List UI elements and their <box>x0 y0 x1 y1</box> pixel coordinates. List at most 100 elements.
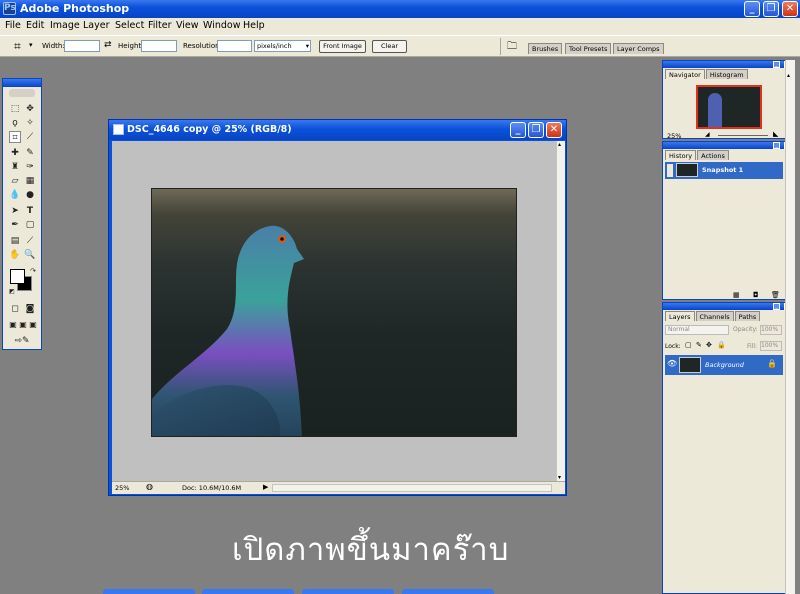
history-item[interactable]: Snapshot 1 <box>665 162 783 179</box>
palette-minimize-icon[interactable]: _ <box>773 61 780 68</box>
fill-input[interactable]: 100% <box>760 341 782 351</box>
type-tool-icon[interactable]: T <box>24 205 36 217</box>
imageready-jump-icon[interactable]: ⇨✎ <box>9 335 35 347</box>
eye-icon[interactable]: 👁 <box>667 359 677 368</box>
tab-channels[interactable]: Channels <box>695 311 734 321</box>
new-snapshot-icon[interactable]: ◘ <box>753 291 759 299</box>
front-image-button[interactable]: Front Image <box>319 40 366 53</box>
menu-edit[interactable]: Edit <box>26 20 44 31</box>
lock-all-icon[interactable]: 🔒 <box>717 341 726 349</box>
move-tool-icon[interactable]: ✥ <box>24 103 36 115</box>
tab-navigator[interactable]: Navigator <box>665 69 705 79</box>
shape-tool-icon[interactable]: ▢ <box>24 219 36 231</box>
zoom-out-icon[interactable]: ◢ <box>705 131 710 138</box>
tab-history[interactable]: History <box>665 150 697 160</box>
menu-filter[interactable]: Filter <box>148 20 172 31</box>
tab-brushes[interactable]: Brushes <box>528 43 563 54</box>
screen-mode-full-icon[interactable]: ▣ <box>27 319 39 331</box>
hand-tool-icon[interactable]: ✋ <box>9 249 21 261</box>
taskbar-button[interactable] <box>402 589 494 594</box>
trash-icon[interactable]: 🗑 <box>771 291 780 299</box>
taskbar-button[interactable] <box>103 589 195 594</box>
tab-histogram[interactable]: Histogram <box>705 69 748 79</box>
menu-layer[interactable]: Layer <box>83 20 110 31</box>
document-close-button[interactable]: ✕ <box>546 122 562 138</box>
pen-tool-icon[interactable]: ✒ <box>9 219 21 231</box>
swap-colors-icon[interactable]: ↷ <box>27 265 39 277</box>
path-selection-icon[interactable]: ➤ <box>9 205 21 217</box>
navigator-preview[interactable] <box>696 85 762 129</box>
menu-view[interactable]: View <box>176 20 199 31</box>
lock-transparency-icon[interactable]: ▢ <box>685 341 692 349</box>
lasso-tool-icon[interactable]: ϙ <box>9 117 21 129</box>
menu-select[interactable]: Select <box>115 20 144 31</box>
document-horizontal-scrollbar[interactable] <box>272 484 552 492</box>
tool-preset-chevron-icon[interactable]: ▾ <box>29 41 33 49</box>
zoom-tool-icon[interactable]: 🔍 <box>24 249 36 261</box>
status-info-icon[interactable]: ◍ <box>146 482 153 491</box>
lock-paint-icon[interactable]: ✎ <box>696 341 702 349</box>
menu-help[interactable]: Help <box>243 20 265 31</box>
crop-tool-icon[interactable]: ⌗ <box>14 39 21 54</box>
eraser-tool-icon[interactable]: ▱ <box>9 175 21 187</box>
menu-file[interactable]: File <box>5 20 21 31</box>
standard-mode-icon[interactable]: ◻ <box>9 303 21 315</box>
resolution-unit-select[interactable]: pixels/inch ▾ <box>254 40 311 52</box>
slice-tool-icon[interactable]: ⟋ <box>24 131 36 143</box>
tab-layer-comps[interactable]: Layer Comps <box>613 43 664 54</box>
menu-window[interactable]: Window <box>203 20 240 31</box>
marquee-tool-icon[interactable]: ⬚ <box>9 103 21 115</box>
clone-stamp-icon[interactable]: ♜ <box>9 161 21 173</box>
zoom-slider[interactable] <box>718 135 768 136</box>
width-input[interactable] <box>64 40 100 52</box>
clear-button[interactable]: Clear <box>372 40 407 53</box>
opacity-input[interactable]: 100% <box>760 325 782 335</box>
crop-tool-icon[interactable]: ⌗ <box>9 131 21 143</box>
close-button[interactable]: ✕ <box>782 1 798 17</box>
blend-mode-select[interactable]: Normal <box>665 325 729 335</box>
document-minimize-button[interactable]: _ <box>510 122 526 138</box>
new-document-from-state-icon[interactable]: ▦ <box>733 291 740 299</box>
palette-minimize-icon[interactable]: _ <box>773 303 780 310</box>
tab-actions[interactable]: Actions <box>697 150 729 160</box>
taskbar-button[interactable] <box>202 589 294 594</box>
resolution-input[interactable] <box>217 40 252 52</box>
tab-paths[interactable]: Paths <box>734 311 761 321</box>
dodge-tool-icon[interactable]: ● <box>24 189 36 201</box>
status-menu-arrow-icon[interactable]: ▶ <box>263 483 268 491</box>
gradient-tool-icon[interactable]: ▦ <box>24 175 36 187</box>
navigator-zoom[interactable]: 25% <box>667 132 681 140</box>
zoom-in-icon[interactable]: ◣ <box>773 130 778 138</box>
quick-mask-mode-icon[interactable]: ◙ <box>24 303 36 315</box>
default-colors-icon[interactable]: ◩ <box>6 286 18 298</box>
scroll-up-icon[interactable]: ▴ <box>558 141 561 148</box>
palette-dock-scrollbar[interactable]: ▴ <box>785 60 795 594</box>
document-vertical-scrollbar[interactable]: ▴ ▾ <box>556 141 565 481</box>
document-maximize-button[interactable]: ❐ <box>528 122 544 138</box>
foreground-color-swatch-top[interactable] <box>10 269 25 284</box>
history-brush-icon[interactable]: ✑ <box>24 161 36 173</box>
zoom-level[interactable]: 25% <box>115 484 129 492</box>
palette-minimize-icon[interactable]: _ <box>773 142 780 149</box>
notes-tool-icon[interactable]: ▤ <box>9 235 21 247</box>
blur-tool-icon[interactable]: 💧 <box>9 189 21 201</box>
height-input[interactable] <box>141 40 177 52</box>
eyedropper-tool-icon[interactable]: ⟋ <box>24 235 36 247</box>
lock-move-icon[interactable]: ✥ <box>706 341 712 349</box>
swap-icon[interactable]: ⇄ <box>104 40 112 50</box>
tab-tool-presets[interactable]: Tool Presets <box>565 43 612 54</box>
layer-row[interactable]: 👁 Background 🔒 <box>665 355 783 375</box>
brush-tool-icon[interactable]: ✎ <box>24 147 36 159</box>
maximize-button[interactable]: ❐ <box>763 1 779 17</box>
file-browser-icon[interactable]: 🗀 <box>507 39 517 56</box>
healing-brush-icon[interactable]: ✚ <box>9 147 21 159</box>
scroll-up-icon[interactable]: ▴ <box>787 72 790 79</box>
minimize-button[interactable]: _ <box>744 1 760 17</box>
taskbar-button[interactable] <box>302 589 394 594</box>
scroll-down-icon[interactable]: ▾ <box>558 474 561 481</box>
menu-image[interactable]: Image <box>50 20 80 31</box>
canvas-area[interactable] <box>112 141 556 481</box>
magic-wand-tool-icon[interactable]: ✧ <box>24 117 36 129</box>
tab-layers[interactable]: Layers <box>665 311 695 321</box>
document-title-bar[interactable]: DSC_4646 copy @ 25% (RGB/8) _ ❐ ✕ <box>109 120 566 140</box>
